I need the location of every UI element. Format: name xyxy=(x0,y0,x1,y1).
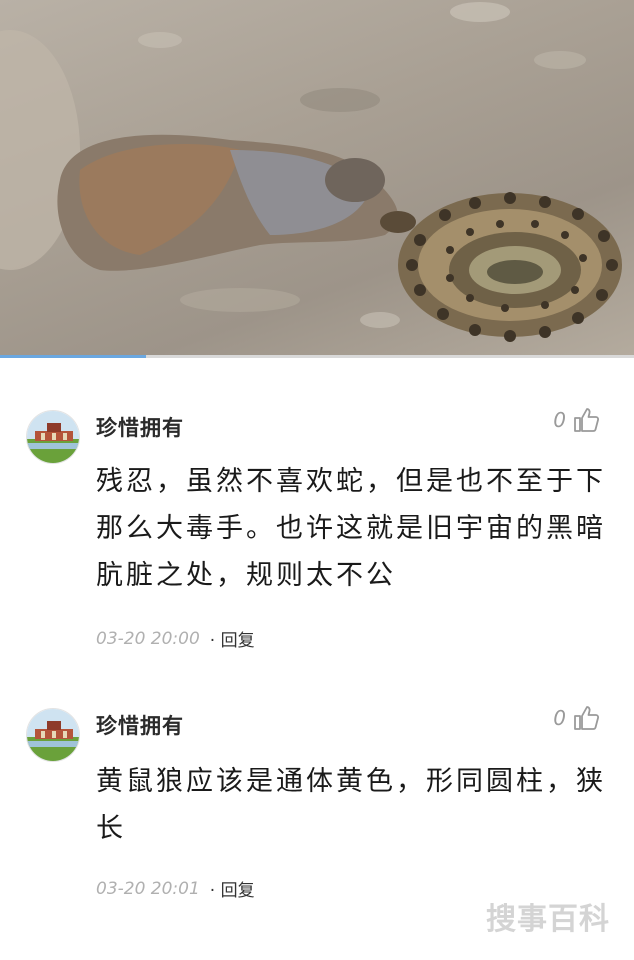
avatar-image-icon xyxy=(27,411,79,463)
like-button[interactable]: 0 xyxy=(553,406,600,434)
like-count: 0 xyxy=(553,408,566,432)
watermark: 搜事百科 xyxy=(486,902,610,937)
avatar[interactable] xyxy=(26,708,80,762)
username[interactable]: 珍惜拥有 xyxy=(96,710,184,740)
like-button[interactable]: 0 xyxy=(553,704,600,732)
video-progress-fill xyxy=(0,355,146,358)
video-frame[interactable] xyxy=(0,0,634,356)
thumbs-up-icon xyxy=(574,706,600,730)
reply-button[interactable]: · 回复 xyxy=(210,626,255,651)
avatar-image-icon xyxy=(27,709,79,761)
video-progress-bar[interactable] xyxy=(0,355,634,358)
comment-meta: 03-20 20:00 · 回复 xyxy=(96,626,255,652)
snake-figure xyxy=(380,192,622,342)
thumbs-up-icon xyxy=(574,408,600,432)
reply-button[interactable]: · 回复 xyxy=(210,876,255,901)
like-count: 0 xyxy=(553,706,566,730)
username[interactable]: 珍惜拥有 xyxy=(96,412,184,442)
comment-text: 残忍，虽然不喜欢蛇，但是也不至于下那么大毒手。也许这就是旧宇宙的黑暗肮脏之处，规… xyxy=(96,466,606,591)
comment-text: 黄鼠狼应该是通体黄色，形同圆柱，狭长 xyxy=(96,766,606,844)
comment-meta: 03-20 20:01 · 回复 xyxy=(96,876,255,902)
avatar[interactable] xyxy=(26,410,80,464)
comment-time: 03-20 20:00 xyxy=(96,628,200,649)
video-scene xyxy=(0,2,622,342)
comment-time: 03-20 20:01 xyxy=(96,878,200,899)
